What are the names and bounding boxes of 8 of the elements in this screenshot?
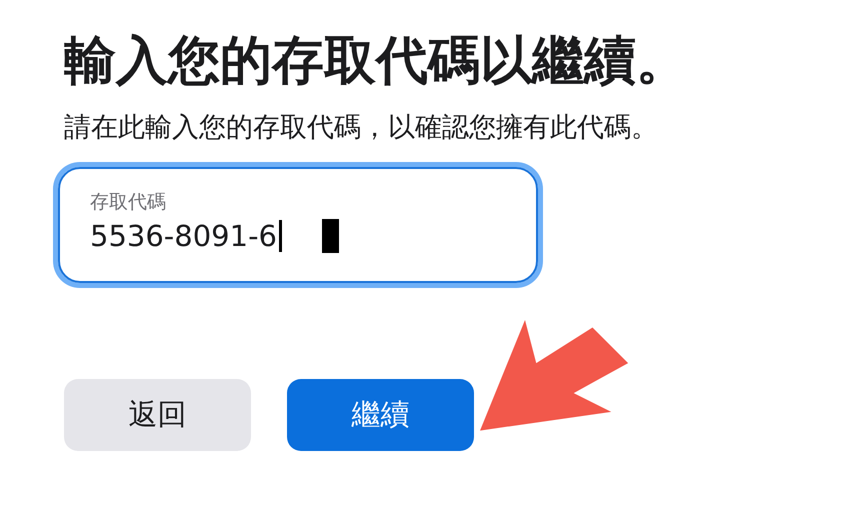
page-title: 輸入您的存取代碼以繼續。 — [64, 30, 689, 93]
redaction-block — [322, 218, 339, 253]
instruction-text: 請在此輸入您的存取代碼，以確認您擁有此代碼。 — [64, 110, 659, 145]
field-value: 5536-8091-6 — [90, 218, 277, 253]
text-cursor — [279, 220, 282, 252]
back-button[interactable]: 返回 — [64, 378, 251, 451]
continue-button[interactable]: 繼續 — [287, 378, 474, 451]
field-label: 存取代碼 — [90, 190, 166, 215]
